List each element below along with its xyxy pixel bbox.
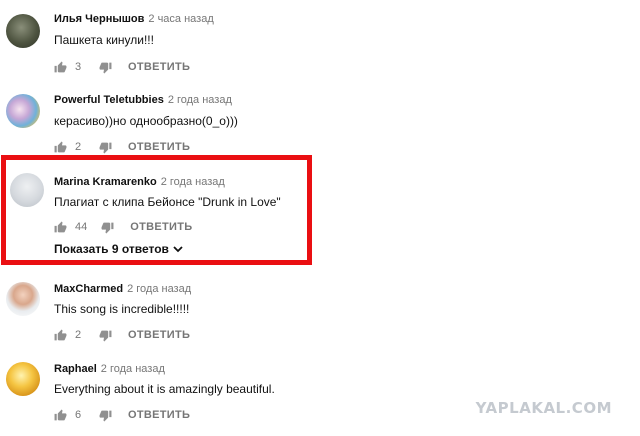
comment-actions: 3 ОТВЕТИТЬ <box>54 59 190 75</box>
author-name[interactable]: MaxCharmed <box>54 283 123 295</box>
like-count: 2 <box>75 141 82 153</box>
comment-header: Илья Чернышов 2 часа назад <box>54 13 214 25</box>
comment-text: керасиво))но однообразно(0_о))) <box>54 114 238 128</box>
thumb-down-icon[interactable] <box>99 61 112 74</box>
avatar[interactable] <box>6 94 40 128</box>
timestamp[interactable]: 2 часа назад <box>148 13 213 25</box>
thumb-down-icon[interactable] <box>101 221 114 234</box>
like-count: 44 <box>75 221 88 233</box>
timestamp[interactable]: 2 года назад <box>127 283 191 295</box>
comment-header: Raphael 2 года назад <box>54 363 165 375</box>
timestamp[interactable]: 2 года назад <box>161 176 225 188</box>
thumb-up-icon[interactable] <box>54 409 67 422</box>
like-count: 6 <box>75 409 82 421</box>
like-count: 3 <box>75 61 82 73</box>
comment-text: Плагиат с клипа Бейонсе "Drunk in Love" <box>54 195 281 209</box>
like-count: 2 <box>75 329 82 341</box>
thumb-up-icon[interactable] <box>54 221 67 234</box>
thumb-down-icon[interactable] <box>99 329 112 342</box>
comment-actions: 44 ОТВЕТИТЬ <box>54 219 192 235</box>
thumb-up-icon[interactable] <box>54 329 67 342</box>
thumb-down-icon[interactable] <box>99 409 112 422</box>
comment-header: Powerful Teletubbies 2 года назад <box>54 94 232 106</box>
author-name[interactable]: Илья Чернышов <box>54 13 144 25</box>
author-name[interactable]: Powerful Teletubbies <box>54 94 164 106</box>
reply-button[interactable]: ОТВЕТИТЬ <box>128 329 190 341</box>
avatar[interactable] <box>10 173 44 207</box>
comment-text: Пашкета кинули!!! <box>54 33 154 47</box>
thumb-up-icon[interactable] <box>54 141 67 154</box>
comment-actions: 6 ОТВЕТИТЬ <box>54 407 190 423</box>
comment-text: Everything about it is amazingly beautif… <box>54 382 275 396</box>
reply-button[interactable]: ОТВЕТИТЬ <box>128 141 190 153</box>
thumb-down-icon[interactable] <box>99 141 112 154</box>
comment-text: This song is incredible!!!!! <box>54 302 190 316</box>
avatar[interactable] <box>6 14 40 48</box>
comment-actions: 2 ОТВЕТИТЬ <box>54 327 190 343</box>
avatar[interactable] <box>6 362 40 396</box>
author-name[interactable]: Marina Kramarenko <box>54 176 157 188</box>
chevron-down-icon <box>173 242 183 256</box>
timestamp[interactable]: 2 года назад <box>101 363 165 375</box>
comment-header: Marina Kramarenko 2 года назад <box>54 176 225 188</box>
reply-button[interactable]: ОТВЕТИТЬ <box>128 409 190 421</box>
reply-button[interactable]: ОТВЕТИТЬ <box>128 61 190 73</box>
reply-button[interactable]: ОТВЕТИТЬ <box>130 221 192 233</box>
avatar[interactable] <box>6 282 40 316</box>
show-replies-button[interactable]: Показать 9 ответов <box>54 242 183 256</box>
comment-actions: 2 ОТВЕТИТЬ <box>54 139 190 155</box>
show-replies-label: Показать 9 ответов <box>54 242 169 256</box>
timestamp[interactable]: 2 года назад <box>168 94 232 106</box>
thumb-up-icon[interactable] <box>54 61 67 74</box>
author-name[interactable]: Raphael <box>54 363 97 375</box>
comment-header: MaxCharmed 2 года назад <box>54 283 191 295</box>
watermark-logo: YAPLAKAL.COM <box>475 399 612 417</box>
